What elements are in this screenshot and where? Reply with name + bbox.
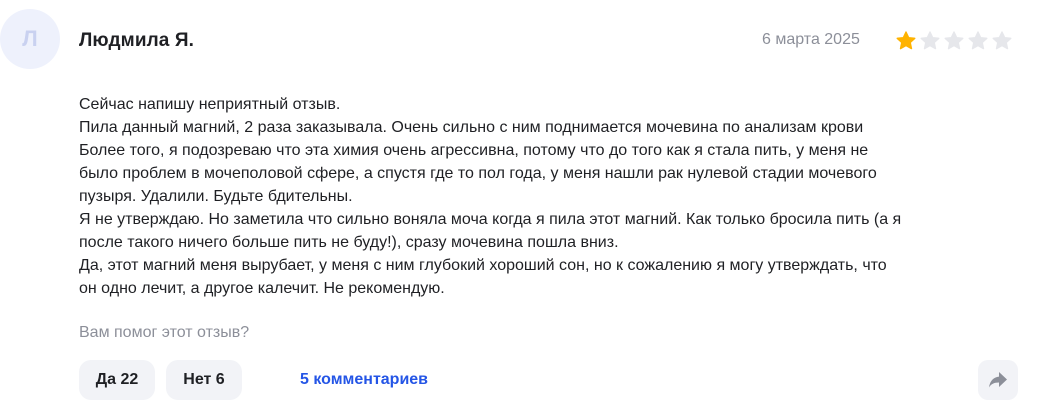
review-text: Сейчас напишу неприятный отзыв. Пила данн… xyxy=(79,93,1009,300)
review-actions: Да 22 Нет 6 5 комментариев xyxy=(79,360,428,400)
review-text-line: Да, этот магний меня вырубает, у меня с … xyxy=(79,257,887,274)
review-text-line: Я не утверждаю. Но заметила что сильно в… xyxy=(79,211,902,228)
star-empty-icon xyxy=(968,31,988,50)
avatar-letter: Л xyxy=(22,26,38,51)
review-text-line: было проблем в мочеполовой сфере, а спус… xyxy=(79,165,877,182)
star-empty-icon xyxy=(992,31,1012,50)
share-button[interactable] xyxy=(978,360,1018,400)
avatar: Л xyxy=(0,9,60,69)
review-date: 6 марта 2025 xyxy=(762,31,860,48)
comments-link[interactable]: 5 комментариев xyxy=(300,371,428,389)
star-empty-icon xyxy=(944,31,964,50)
review-text-line: он одно лечит, а другое калечит. Не реко… xyxy=(79,280,445,297)
vote-yes-button[interactable]: Да 22 xyxy=(79,360,155,400)
star-filled-icon xyxy=(896,31,916,50)
review-text-line: после такого ничего больше пить не буду!… xyxy=(79,234,619,251)
review-text-line: Сейчас напишу неприятный отзыв. xyxy=(79,96,341,113)
star-empty-icon xyxy=(920,31,940,50)
review-text-line: Пила данный магний, 2 раза заказывала. О… xyxy=(79,119,864,136)
helpful-question: Вам помог этот отзыв? xyxy=(79,324,250,341)
review-text-line: пузыря. Удалили. Будьте бдительны. xyxy=(79,188,353,205)
author-name: Людмила Я. xyxy=(79,30,194,51)
review-text-line: Более того, я подозреваю что эта химия о… xyxy=(79,142,869,159)
share-arrow-icon xyxy=(989,372,1007,388)
vote-no-button[interactable]: Нет 6 xyxy=(166,360,242,400)
review-card: Л Людмила Я. 6 марта 2025 Сейчас напишу … xyxy=(0,0,1052,414)
rating-stars xyxy=(895,30,1013,52)
